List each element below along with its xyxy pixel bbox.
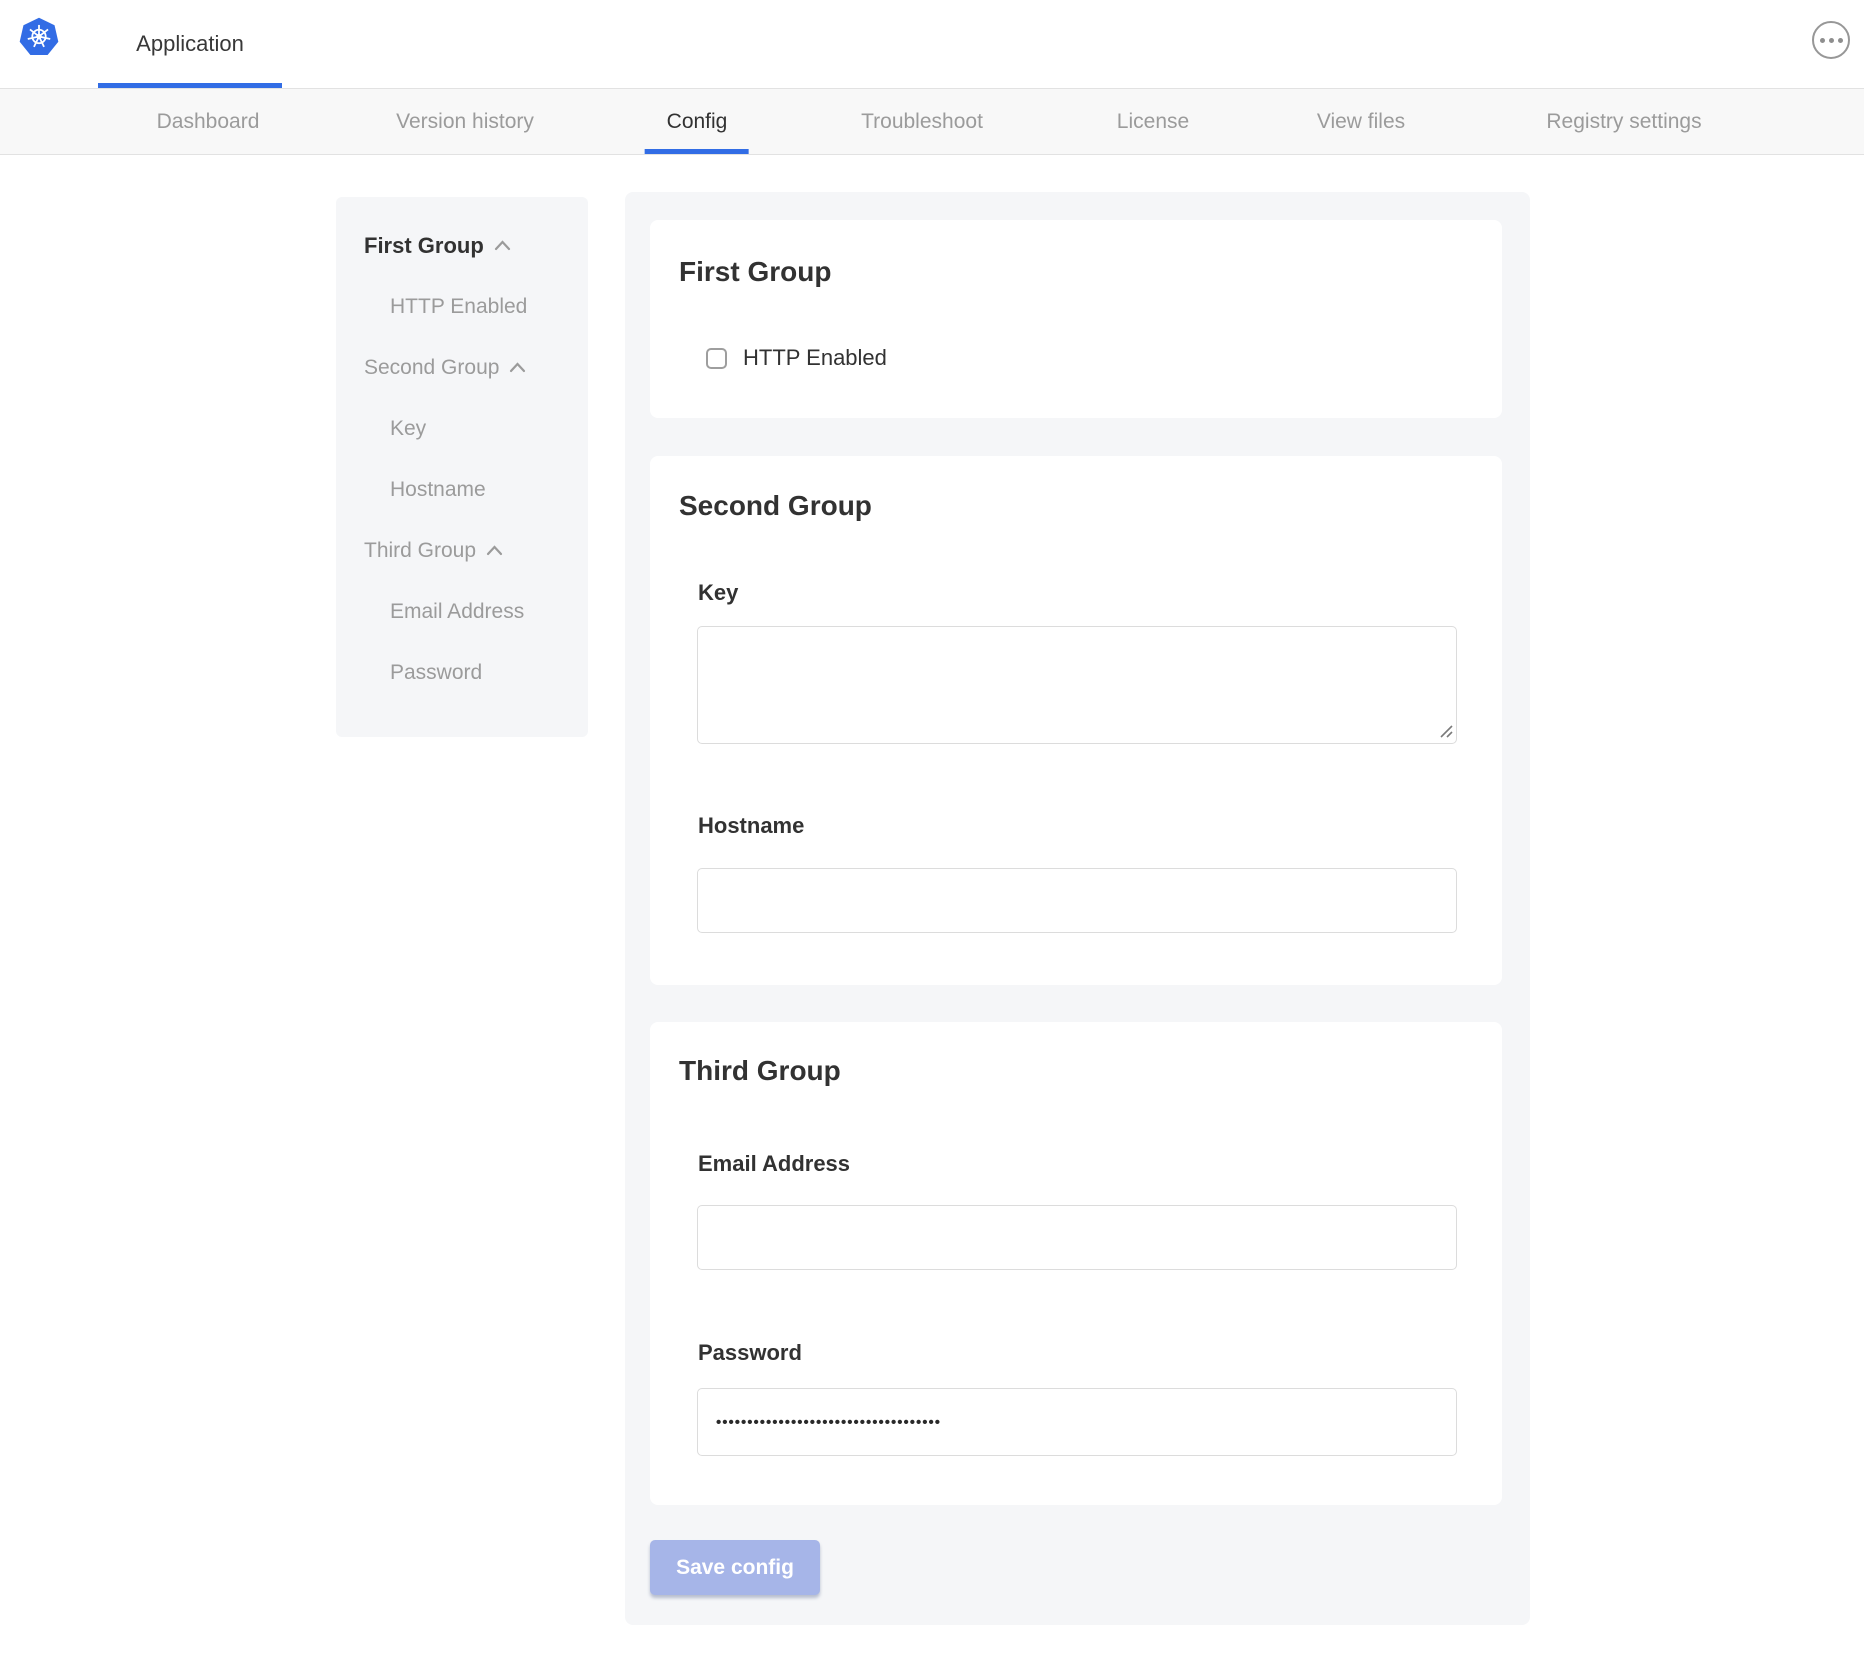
application-config-page: Application Dashboard Version history Co…	[0, 0, 1864, 1680]
checkbox-label: HTTP Enabled	[743, 345, 887, 371]
tab-registry-settings[interactable]: Registry settings	[1546, 89, 1701, 154]
password-input[interactable]	[697, 1388, 1457, 1456]
password-label: Password	[698, 1340, 802, 1366]
key-field-wrap	[697, 626, 1457, 744]
textarea-resize-handle[interactable]	[1439, 724, 1453, 738]
sidebar-item-hostname[interactable]: Hostname	[336, 459, 588, 520]
app-tab-application[interactable]: Application	[98, 0, 282, 88]
group-title: Second Group	[679, 489, 872, 523]
overflow-menu-button[interactable]	[1812, 21, 1850, 59]
group-title: First Group	[679, 255, 831, 289]
sidebar-group-first-group[interactable]: First Group	[336, 215, 588, 276]
config-sidebar: First Group HTTP Enabled Second Group Ke…	[336, 197, 588, 737]
tab-license[interactable]: License	[1117, 89, 1189, 154]
kubernetes-logo-icon	[18, 16, 60, 62]
sidebar-item-password[interactable]: Password	[336, 642, 588, 703]
chevron-up-icon	[486, 545, 503, 556]
sidebar-item-label: Password	[390, 661, 482, 685]
chevron-up-icon	[509, 362, 526, 373]
tab-view-files[interactable]: View files	[1317, 89, 1405, 154]
email-address-label: Email Address	[698, 1151, 850, 1177]
app-header: Application	[0, 0, 1864, 88]
sidebar-item-email-address[interactable]: Email Address	[336, 581, 588, 642]
key-label: Key	[698, 580, 738, 606]
sidebar-group-second-group[interactable]: Second Group	[336, 337, 588, 398]
hostname-input[interactable]	[697, 868, 1457, 933]
config-form-panel: First Group HTTP Enabled Second Group Ke…	[625, 192, 1530, 1625]
sidebar-group-label: Second Group	[364, 356, 499, 380]
config-group-card-second: Second Group Key Hostname	[650, 456, 1502, 985]
email-address-input[interactable]	[697, 1205, 1457, 1270]
http-enabled-field[interactable]: HTTP Enabled	[706, 345, 887, 371]
save-config-button[interactable]: Save config	[650, 1540, 820, 1595]
chevron-up-icon	[494, 240, 511, 251]
sidebar-item-key[interactable]: Key	[336, 398, 588, 459]
tab-config[interactable]: Config	[667, 89, 728, 154]
secondary-navbar: Dashboard Version history Config Trouble…	[0, 88, 1864, 155]
sidebar-group-third-group[interactable]: Third Group	[336, 520, 588, 581]
sidebar-item-label: HTTP Enabled	[390, 295, 527, 319]
ellipsis-icon	[1820, 38, 1825, 43]
tab-version-history[interactable]: Version history	[396, 89, 534, 154]
sidebar-item-label: Email Address	[390, 600, 524, 624]
tab-troubleshoot[interactable]: Troubleshoot	[861, 89, 983, 154]
config-group-card-first: First Group HTTP Enabled	[650, 220, 1502, 418]
group-title: Third Group	[679, 1054, 841, 1088]
sidebar-item-label: Hostname	[390, 478, 486, 502]
sidebar-group-label: First Group	[364, 233, 484, 259]
http-enabled-checkbox[interactable]	[706, 348, 727, 369]
config-group-card-third: Third Group Email Address Password	[650, 1022, 1502, 1505]
key-textarea[interactable]	[697, 626, 1457, 744]
sidebar-group-label: Third Group	[364, 539, 476, 563]
tab-dashboard[interactable]: Dashboard	[157, 89, 260, 154]
sidebar-item-http-enabled[interactable]: HTTP Enabled	[336, 276, 588, 337]
sidebar-item-label: Key	[390, 417, 426, 441]
app-tab-label: Application	[136, 31, 244, 57]
hostname-label: Hostname	[698, 813, 804, 839]
